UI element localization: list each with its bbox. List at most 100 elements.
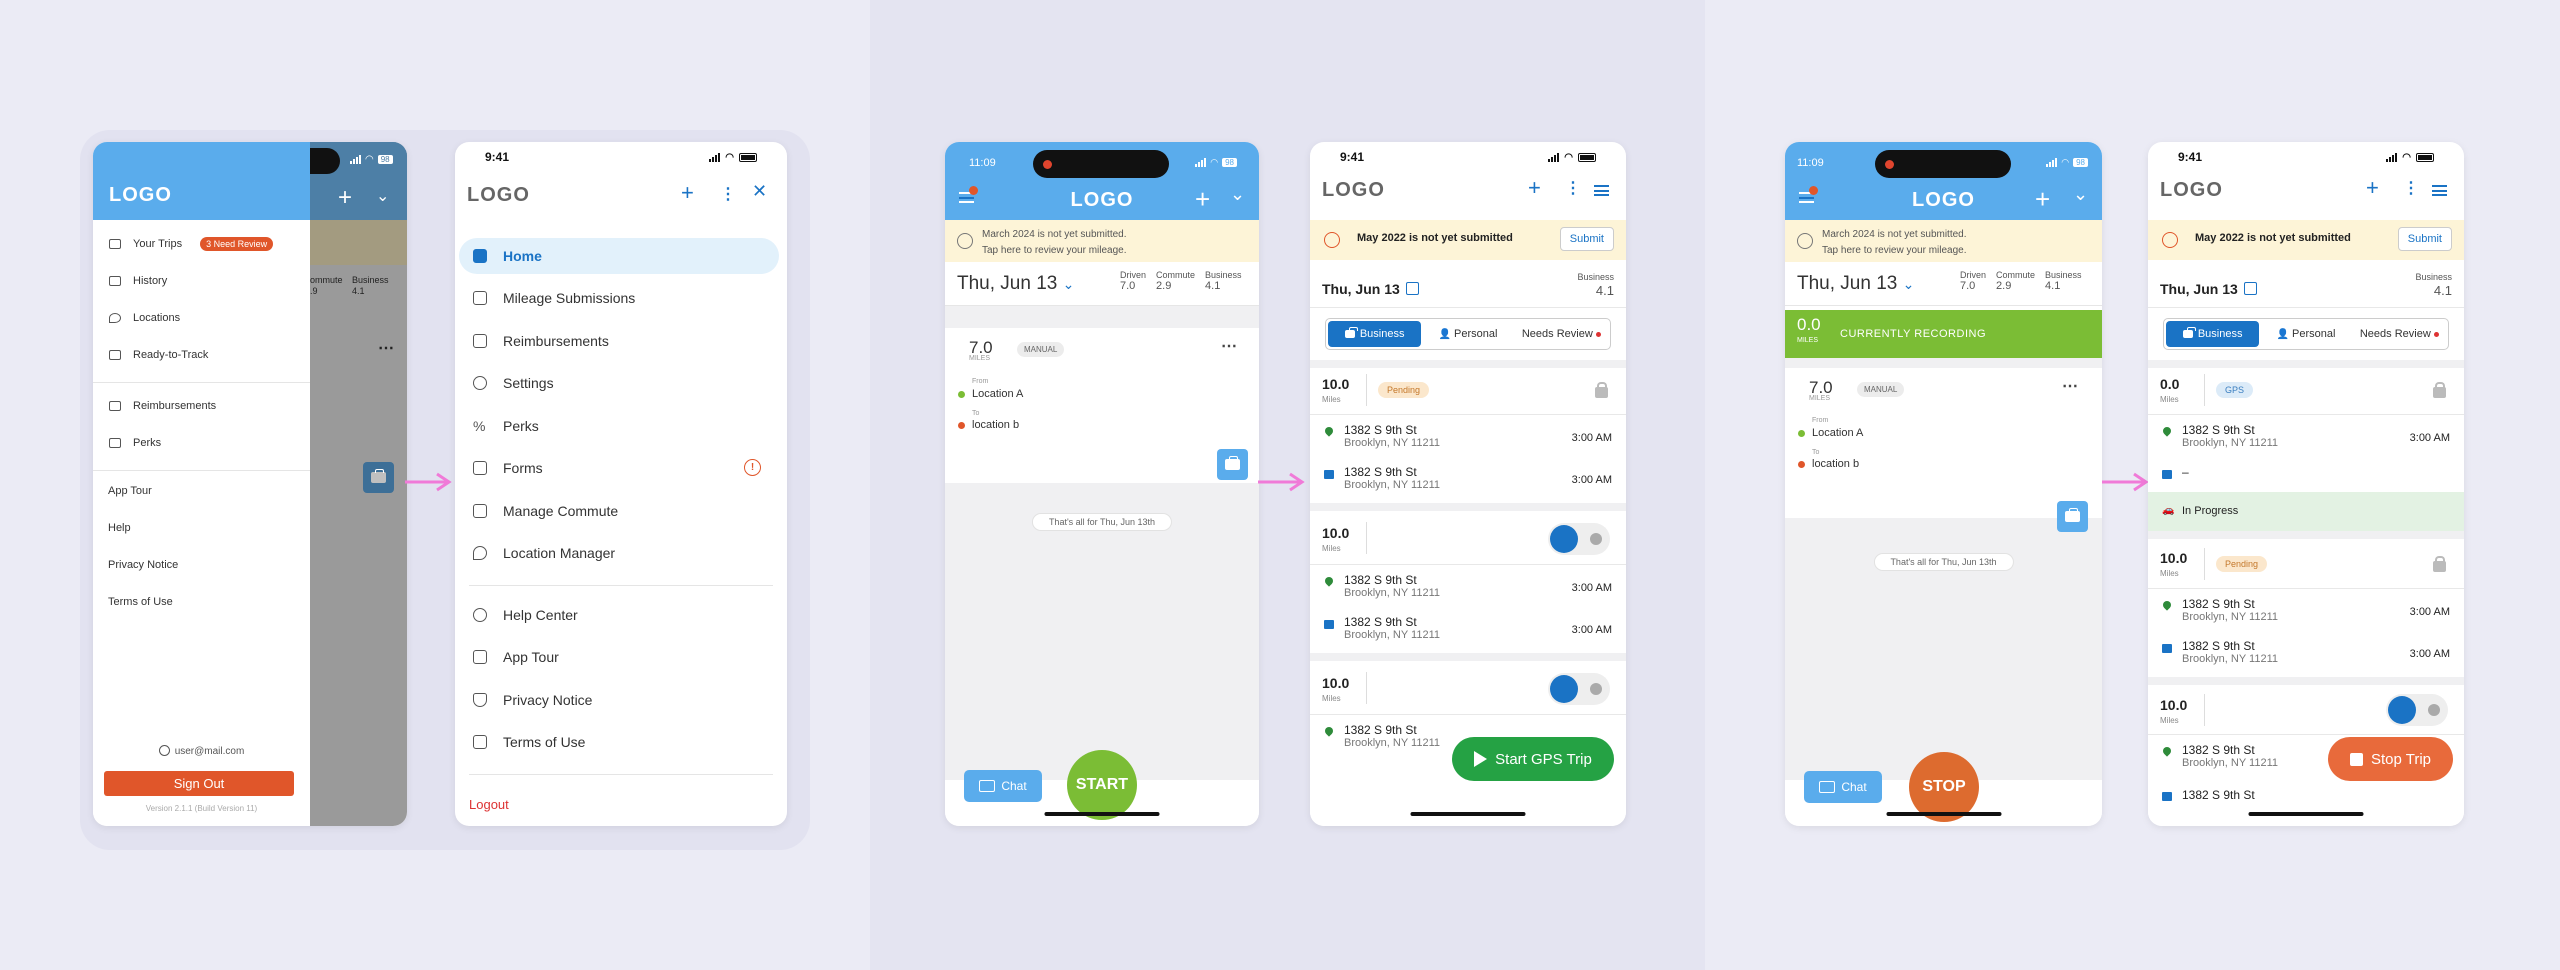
unsubmitted-warning[interactable]: March 2024 is not yet submitted. Tap here… xyxy=(1785,220,2102,262)
unsubmitted-banner[interactable]: May 2022 is not yet submitted Submit xyxy=(2148,220,2464,260)
tab-business[interactable]: Business xyxy=(1328,321,1422,347)
menu-item-locations[interactable]: Locations xyxy=(109,312,180,324)
chevron-down-icon[interactable]: ⌄ xyxy=(2073,184,2088,205)
nav-item-manage-commute[interactable]: Manage Commute xyxy=(459,493,779,529)
tab-needs-review[interactable]: Needs Review xyxy=(2353,321,2446,347)
divider xyxy=(2204,694,2205,726)
more-options-icon[interactable]: ⋯ xyxy=(1221,336,1237,356)
submit-button[interactable]: Submit xyxy=(1559,227,1614,251)
close-icon[interactable]: ✕ xyxy=(752,181,767,202)
calendar-check-icon xyxy=(473,291,487,305)
end-of-day-note: That's all for Thu, Jun 13th xyxy=(1873,553,2014,571)
menu-item-your-trips[interactable]: Your Trips 3 Need Review xyxy=(109,237,274,251)
plus-icon[interactable]: + xyxy=(2366,175,2379,201)
app-header: 11:09 ◠ 98 LOGO + ⌄ xyxy=(1785,142,2102,220)
hamburger-menu-icon[interactable] xyxy=(2432,185,2447,196)
nav-item-forms[interactable]: Forms! xyxy=(459,450,779,486)
nav-item-reimbursements[interactable]: Reimbursements xyxy=(459,323,779,359)
menu-link-privacy-notice[interactable]: Privacy Notice xyxy=(108,559,178,571)
stop-trip-button[interactable]: Stop Trip xyxy=(2328,737,2453,781)
chat-button[interactable]: Chat xyxy=(1804,771,1882,803)
chevron-down-icon[interactable]: ⌄ xyxy=(1230,184,1245,205)
unsubmitted-banner[interactable]: May 2022 is not yet submitted Submit xyxy=(1310,220,1626,260)
phone-frame-side-drawer: ◠ 98 + ⌄ ommute .9 Business 4.1 ⋯ LOGO You… xyxy=(93,142,407,826)
submit-button[interactable]: Submit xyxy=(2397,227,2452,251)
status-bar: 9:41 ◠ xyxy=(1310,142,1626,172)
start-trip-button[interactable]: START xyxy=(1067,750,1137,820)
logo: LOGO xyxy=(1322,179,1385,201)
nav-item-privacy-notice[interactable]: Privacy Notice xyxy=(459,682,779,718)
business-classify-button[interactable] xyxy=(1217,449,1248,480)
hamburger-menu-icon[interactable] xyxy=(1594,185,1609,196)
app-header: LOGO + ⋮ xyxy=(1310,172,1626,217)
business-personal-toggle[interactable] xyxy=(1548,673,1610,705)
gear-icon xyxy=(473,376,487,390)
separator xyxy=(1310,503,1626,511)
plus-icon[interactable]: + xyxy=(2035,184,2050,215)
signal-icon xyxy=(2386,152,2398,162)
nav-item-location-manager[interactable]: Location Manager xyxy=(459,535,779,571)
trip-card[interactable]: 7.0 MILES MANUAL ⋯ From Location A To loc… xyxy=(1785,368,2102,478)
kebab-menu-icon[interactable]: ⋮ xyxy=(2403,178,2419,198)
needs-review-dot xyxy=(2433,331,2439,337)
tab-personal[interactable]: 👤 Personal xyxy=(1421,321,1514,347)
menu-item-perks[interactable]: Perks xyxy=(109,437,161,449)
menu-link-help[interactable]: Help xyxy=(108,522,131,534)
menu-item-ready-to-track[interactable]: Ready-to-Track xyxy=(109,349,208,361)
menu-item-reimbursements[interactable]: Reimbursements xyxy=(109,400,216,412)
nav-item-terms-of-use[interactable]: Terms of Use xyxy=(459,724,779,760)
tab-personal[interactable]: 👤 Personal xyxy=(2259,321,2352,347)
wifi-icon: ◠ xyxy=(1210,157,1219,167)
nav-item-app-tour[interactable]: App Tour xyxy=(459,639,779,675)
sign-out-button[interactable]: Sign Out xyxy=(104,771,294,796)
kebab-menu-icon[interactable]: ⋮ xyxy=(720,184,736,204)
business-classify-button[interactable] xyxy=(2057,501,2088,532)
lock-icon xyxy=(2433,556,2446,572)
dimmed-background[interactable]: ◠ 98 + ⌄ ommute .9 Business 4.1 ⋯ xyxy=(310,142,407,826)
plus-icon[interactable]: + xyxy=(1528,175,1541,201)
trip-miles: 10.0 Miles xyxy=(2160,550,2188,578)
trip-stop-address: 1382 S 9th St Brooklyn, NY 11211 xyxy=(1344,723,1441,750)
business-personal-toggle[interactable] xyxy=(2386,694,2448,726)
plus-icon[interactable]: + xyxy=(1195,184,1210,215)
date-selector[interactable]: Thu, Jun 13 xyxy=(1322,281,1419,297)
date-selector[interactable]: Thu, Jun 13 ⌄ xyxy=(1797,273,1914,295)
logout-link[interactable]: Logout xyxy=(469,797,509,812)
kebab-menu-icon[interactable]: ⋮ xyxy=(1565,178,1581,198)
menu-item-history[interactable]: History xyxy=(109,275,167,287)
date-selector[interactable]: Thu, Jun 13 xyxy=(2160,281,2257,297)
briefcase-icon xyxy=(2182,327,2196,338)
car-icon: 🚗 xyxy=(2162,505,2175,516)
unsubmitted-warning[interactable]: March 2024 is not yet submitted. Tap here… xyxy=(945,220,1259,262)
start-gps-trip-button[interactable]: Start GPS Trip xyxy=(1452,737,1614,781)
clock-icon xyxy=(1324,232,1340,248)
battery-icon xyxy=(1578,152,1596,162)
nav-item-help-center[interactable]: Help Center xyxy=(459,597,779,633)
nav-item-settings[interactable]: Settings xyxy=(459,365,779,401)
wifi-icon: ◠ xyxy=(2061,157,2070,167)
date-selector[interactable]: Thu, Jun 13 ⌄ xyxy=(957,273,1074,295)
signal-icon xyxy=(2046,158,2058,167)
panel-start-trip: 11:09 ◠ 98 LOGO + ⌄ March 2024 is not ye… xyxy=(870,0,1705,970)
tab-needs-review[interactable]: Needs Review xyxy=(1515,321,1608,347)
nav-item-home[interactable]: Home xyxy=(459,238,779,274)
trip-filter-tabs: Business 👤 Personal Needs Review xyxy=(1325,318,1611,350)
destination-pending: – xyxy=(2182,465,2189,479)
alert-icon: ! xyxy=(744,459,761,476)
stop-time: 3:00 AM xyxy=(2409,432,2450,444)
tab-business[interactable]: Business xyxy=(2166,321,2260,347)
recording-dot-icon xyxy=(1043,160,1052,169)
menu-link-app-tour[interactable]: App Tour xyxy=(108,485,152,497)
plus-icon[interactable]: + xyxy=(681,180,694,206)
chat-button[interactable]: Chat xyxy=(964,770,1042,802)
menu-link-terms-of-use[interactable]: Terms of Use xyxy=(108,596,173,608)
commute-stat: ommute .9 xyxy=(310,275,343,296)
plus-icon: + xyxy=(338,184,353,211)
trip-card[interactable]: 7.0 MILES MANUAL ⋯ From Location A To loc… xyxy=(945,328,1259,456)
business-personal-toggle[interactable] xyxy=(1548,523,1610,555)
more-options-icon[interactable]: ⋯ xyxy=(2062,376,2078,396)
divider xyxy=(2148,307,2464,308)
nav-item-mileage-submissions[interactable]: Mileage Submissions xyxy=(459,280,779,316)
trip-stop-address: 1382 S 9th St Brooklyn, NY 11211 xyxy=(1344,465,1441,492)
nav-item-perks[interactable]: % Perks xyxy=(459,408,779,444)
